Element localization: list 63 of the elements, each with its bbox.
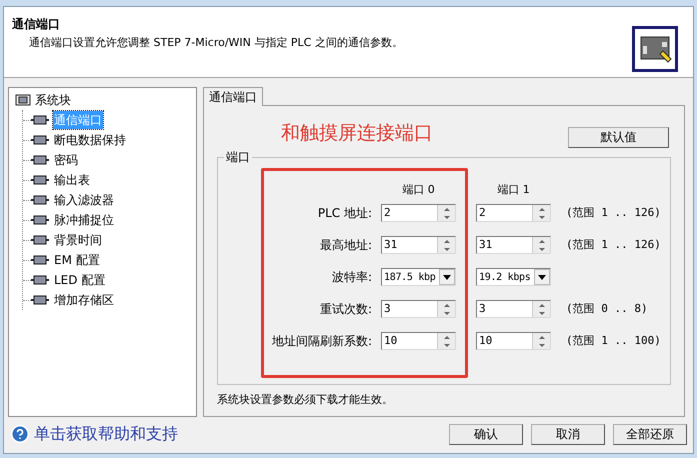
header-description: 通信端口设置允许您调整 STEP 7-Micro/WIN 与指定 PLC 之间的通信参数。 <box>28 35 403 51</box>
range-hint: (范围 1 .. 100) <box>566 332 661 349</box>
tree-item[interactable]: 输入滤波器 <box>53 191 115 209</box>
dropdown-field[interactable]: 187.5 kbp <box>381 268 456 286</box>
tab[interactable]: 通信端口 <box>203 87 263 106</box>
spin-arrows-icon[interactable] <box>532 205 550 221</box>
dropdown-field[interactable]: 19.2 kbps <box>476 268 551 286</box>
range-hint: (范围 1 .. 126) <box>566 236 661 253</box>
help-link[interactable]: 单击获取帮助和支持 <box>34 422 178 446</box>
module-icon <box>31 235 49 245</box>
annotation-label: 和触摸屏连接端口 <box>281 121 433 146</box>
spin-arrows-icon[interactable] <box>532 237 550 253</box>
help-icon[interactable] <box>10 424 30 444</box>
spin-field[interactable]: 31 <box>476 236 551 254</box>
spin-field[interactable]: 3 <box>381 300 456 318</box>
spin-field[interactable]: 2 <box>381 204 456 222</box>
dialog-button[interactable]: 取消 <box>531 424 605 444</box>
module-icon <box>31 135 49 145</box>
folder-module-icon <box>15 94 31 106</box>
spin-arrows-icon[interactable] <box>437 205 455 221</box>
tree-item[interactable]: 增加存储区 <box>53 291 115 309</box>
field-label: PLC 地址: <box>316 205 373 222</box>
spin-arrows-icon[interactable] <box>532 333 550 349</box>
module-icon <box>31 255 49 265</box>
field-label: 波特率: <box>330 269 373 286</box>
spin-field[interactable]: 10 <box>381 332 456 350</box>
spin-arrows-icon[interactable] <box>532 301 550 317</box>
field-label: 地址间隔刷新系数: <box>270 333 373 350</box>
range-hint: (范围 0 .. 8) <box>566 300 648 317</box>
tree-root-label[interactable]: 系统块 <box>35 91 71 109</box>
dialog-button[interactable]: 确认 <box>449 424 523 444</box>
tree-item[interactable]: 密码 <box>53 151 79 169</box>
dialog-button[interactable]: 全部还原 <box>613 424 687 444</box>
module-icon <box>31 175 49 185</box>
spin-arrows-icon[interactable] <box>437 333 455 349</box>
tree-item[interactable]: 断电数据保持 <box>53 131 127 149</box>
column-header: 端口 1 <box>496 182 531 198</box>
tree-item[interactable]: 背景时间 <box>53 231 103 249</box>
field-label: 最高地址: <box>318 237 373 254</box>
spin-field[interactable]: 31 <box>381 236 456 254</box>
plc-module-icon <box>632 26 678 72</box>
module-icon <box>31 215 49 225</box>
spin-field[interactable]: 10 <box>476 332 551 350</box>
spin-field[interactable]: 3 <box>476 300 551 318</box>
tree-item[interactable]: 输出表 <box>53 171 91 189</box>
field-label: 重试次数: <box>318 301 373 318</box>
tree-item[interactable]: LED 配置 <box>53 271 106 289</box>
group-legend: 端口 <box>224 150 252 164</box>
column-header: 端口 0 <box>401 182 436 198</box>
tree-item[interactable]: EM 配置 <box>53 251 101 269</box>
module-icon <box>31 295 49 305</box>
note-text: 系统块设置参数必须下载才能生效。 <box>217 392 394 408</box>
module-icon <box>31 195 49 205</box>
range-hint: (范围 1 .. 126) <box>566 204 661 221</box>
module-icon <box>31 275 49 285</box>
spin-arrows-icon[interactable] <box>437 301 455 317</box>
default-button[interactable]: 默认值 <box>568 126 669 148</box>
module-icon <box>31 155 49 165</box>
spin-arrows-icon[interactable] <box>437 237 455 253</box>
header-title: 通信端口 <box>12 16 61 33</box>
spin-field[interactable]: 2 <box>476 204 551 222</box>
tree-item[interactable]: 脉冲捕捉位 <box>53 211 115 229</box>
module-icon <box>31 115 49 125</box>
